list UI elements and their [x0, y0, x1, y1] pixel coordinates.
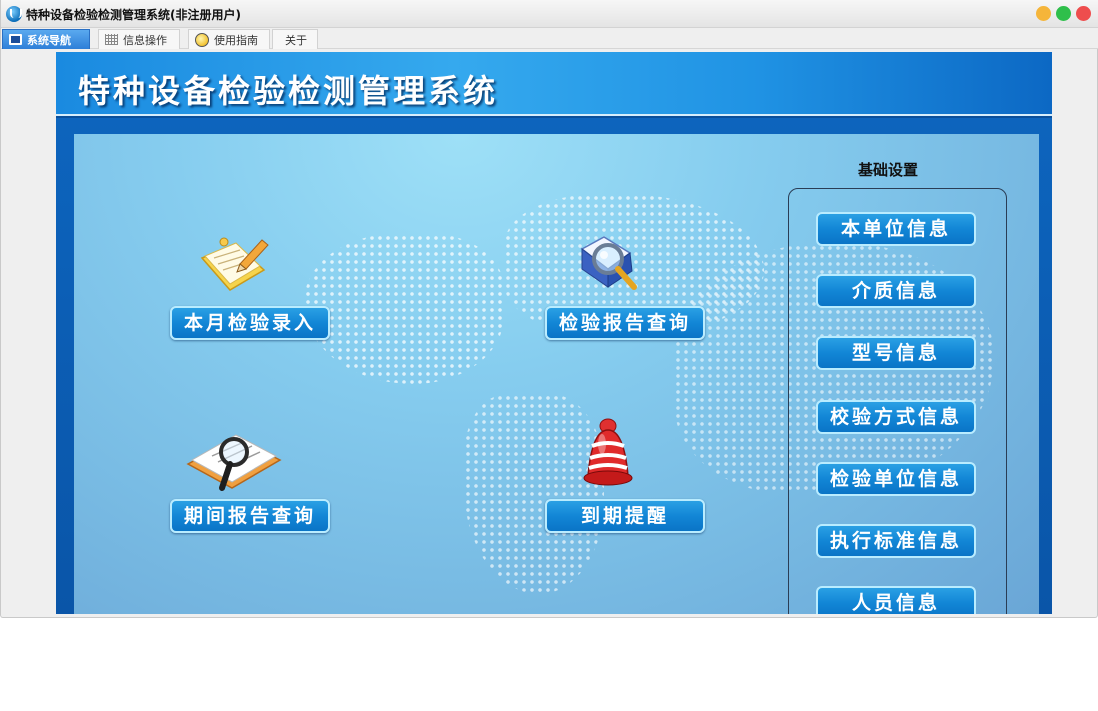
notepad-pencil-icon[interactable] [196, 234, 270, 296]
navigation-panel: 本月检验录入 检验报告查询 期间报告查询 到期提醒 基础设置 本单位信息 介质信… [74, 134, 1039, 614]
grid-icon [105, 34, 118, 45]
tab-system-navigation[interactable]: 系统导航 [2, 29, 90, 49]
settings-inspection-unit-button[interactable]: 检验单位信息 [816, 462, 976, 496]
tab-info-operation[interactable]: 信息操作 [98, 29, 180, 49]
settings-calibration-method-button[interactable]: 校验方式信息 [816, 400, 976, 434]
title-bar: 特种设备检验检测管理系统(非注册用户) [1, 0, 1098, 28]
world-map-decoration [304, 234, 504, 384]
settings-standard-info-button[interactable]: 执行标准信息 [816, 524, 976, 558]
settings-medium-info-button[interactable]: 介质信息 [816, 274, 976, 308]
tab-about[interactable]: 关于 [272, 29, 318, 49]
app-window: 特种设备检验检测管理系统(非注册用户) 系统导航 信息操作 使用指南 关于 特种… [0, 0, 1098, 618]
page-title: 特种设备检验检测管理系统 [78, 72, 499, 110]
book-search-icon[interactable] [574, 229, 644, 299]
tab-user-guide[interactable]: 使用指南 [188, 29, 270, 49]
settings-personnel-info-button[interactable]: 人员信息 [816, 586, 976, 614]
tab-label: 关于 [285, 33, 307, 47]
tab-bar: 系统导航 信息操作 使用指南 关于 [1, 28, 1098, 49]
settings-model-info-button[interactable]: 型号信息 [816, 336, 976, 370]
maximize-button[interactable] [1056, 6, 1071, 21]
document-magnifier-icon[interactable] [184, 426, 284, 496]
tab-label: 使用指南 [214, 33, 258, 47]
banner-header: 特种设备检验检测管理系统 [56, 52, 1052, 116]
period-report-query-button[interactable]: 期间报告查询 [170, 499, 330, 533]
minimize-button[interactable] [1036, 6, 1051, 21]
monitor-icon [9, 34, 22, 45]
settings-company-info-button[interactable]: 本单位信息 [816, 212, 976, 246]
basic-settings-label: 基础设置 [858, 161, 919, 179]
report-query-button[interactable]: 检验报告查询 [545, 306, 705, 340]
tab-label: 信息操作 [123, 33, 167, 47]
close-button[interactable] [1076, 6, 1091, 21]
main-content: 特种设备检验检测管理系统 本月检验录入 检验报告查询 期间报告查询 到期提醒 基… [56, 52, 1052, 614]
bell-alarm-icon[interactable] [572, 416, 644, 496]
window-title: 特种设备检验检测管理系统(非注册用户) [26, 8, 241, 22]
monthly-entry-button[interactable]: 本月检验录入 [170, 306, 330, 340]
guide-icon [195, 32, 209, 47]
expiry-reminder-button[interactable]: 到期提醒 [545, 499, 705, 533]
app-logo-icon [6, 6, 22, 22]
tab-label: 系统导航 [27, 33, 71, 47]
